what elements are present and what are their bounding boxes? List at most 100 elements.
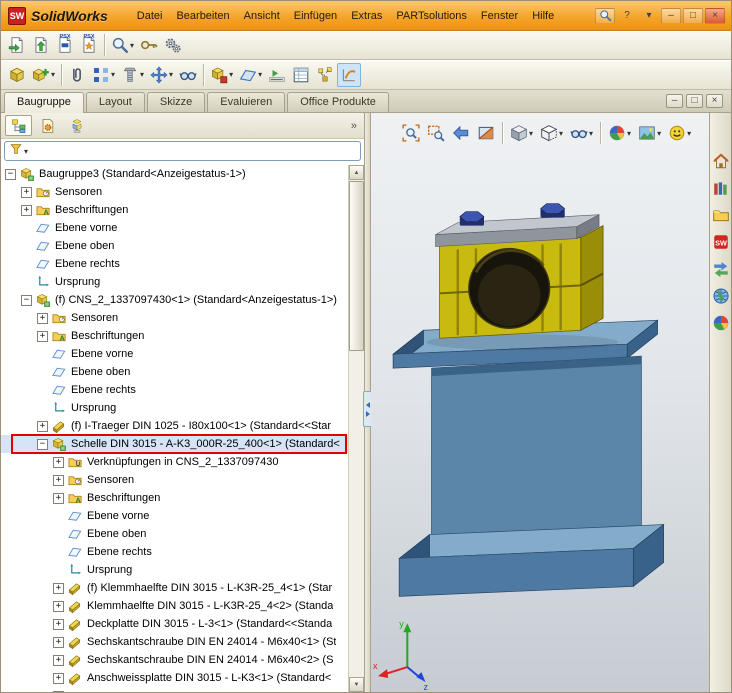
insert-components-button[interactable]: ▾: [29, 63, 58, 87]
hide-show-items-button[interactable]: ▾: [567, 121, 596, 145]
scroll-thumb[interactable]: [349, 181, 364, 351]
tree-item-ursprung[interactable]: Ursprung: [1, 273, 348, 291]
help-button[interactable]: ?: [617, 8, 637, 24]
minimize-button[interactable]: –: [661, 7, 681, 24]
tree-filter-input[interactable]: [28, 144, 356, 158]
scroll-down-button[interactable]: ▼: [349, 677, 364, 692]
tree-item-sechskantschraube-din-en-24014-m6x40-2-s[interactable]: + Sechskantschraube DIN EN 24014 - M6x40<…: [1, 651, 348, 669]
move-component-button[interactable]: ▾: [147, 63, 176, 87]
doc-restore-button[interactable]: □: [686, 94, 703, 108]
hide-show-items-dropdown-arrow[interactable]: ▾: [589, 129, 593, 138]
partsolutions-search-dropdown-arrow[interactable]: ▾: [130, 41, 134, 50]
menu-search-button[interactable]: [595, 7, 615, 24]
insert-components-dropdown-arrow[interactable]: ▾: [51, 70, 55, 79]
tree-item-ebene-oben[interactable]: Ebene oben: [1, 363, 348, 381]
expand-plus-box[interactable]: +: [53, 582, 64, 594]
expand-plus-box[interactable]: +: [21, 204, 32, 216]
menu-item-hilfe[interactable]: Hilfe: [525, 6, 561, 26]
expand-plus-box[interactable]: +: [37, 312, 48, 324]
tree-item-ebene-oben[interactable]: Ebene oben: [1, 237, 348, 255]
move-component-dropdown-arrow[interactable]: ▾: [169, 70, 173, 79]
view-settings-button[interactable]: ▾: [665, 121, 694, 145]
tab-baugruppe[interactable]: Baugruppe: [4, 92, 84, 113]
partsolutions-export-button[interactable]: [5, 33, 29, 57]
menu-item-extras[interactable]: Extras: [344, 6, 389, 26]
view-orientation-dropdown-arrow[interactable]: ▾: [529, 129, 533, 138]
edit-appearance-dropdown-arrow[interactable]: ▾: [627, 129, 631, 138]
solidworks-toolbox-button[interactable]: SW: [711, 232, 731, 252]
partsolutions-license-key-button[interactable]: [137, 33, 161, 57]
tree-item-ebene-vorne[interactable]: Ebene vorne: [1, 507, 348, 525]
reference-geometry-button[interactable]: ▾: [236, 63, 265, 87]
view-settings-dropdown-arrow[interactable]: ▾: [687, 129, 691, 138]
show-hidden-components-button[interactable]: [176, 63, 200, 87]
expand-minus-box[interactable]: −: [21, 294, 32, 306]
expand-plus-box[interactable]: +: [53, 654, 64, 666]
linear-component-pattern-dropdown-arrow[interactable]: ▾: [111, 70, 115, 79]
instant3d-button[interactable]: [337, 62, 362, 87]
expand-plus-box[interactable]: +: [53, 636, 64, 648]
tree-item-ebene-rechts[interactable]: Ebene rechts: [1, 255, 348, 273]
view-orientation-button[interactable]: ▾: [507, 121, 536, 145]
maximize-button[interactable]: □: [683, 7, 703, 24]
tree-item-deckplatte-din-3015-l-3-1-standard-standa[interactable]: + Deckplatte DIN 3015 - L-3<1> (Standard<…: [1, 615, 348, 633]
expand-plus-box[interactable]: +: [53, 618, 64, 630]
close-button[interactable]: ×: [705, 7, 725, 24]
linear-component-pattern-button[interactable]: ▾: [89, 63, 118, 87]
assembly-features-button[interactable]: ▾: [207, 63, 236, 87]
expand-plus-box[interactable]: +: [53, 672, 64, 684]
tree-item-f-klemmhaelfte-din-3015-l-k3r-25-4-1-star[interactable]: + (f) Klemmhaelfte DIN 3015 - L-K3R-25_4<…: [1, 579, 348, 597]
featuremanager-tab-button[interactable]: [5, 115, 32, 136]
apply-scene-button[interactable]: ▾: [635, 121, 664, 145]
display-style-button[interactable]: ▾: [537, 121, 566, 145]
tree-item-beschriftungen[interactable]: + A Beschriftungen: [1, 327, 348, 345]
tree-item-ursprung[interactable]: Ursprung: [1, 399, 348, 417]
tree-item-schelle-din-3015-a-k3-000r-25-400-1-standa[interactable]: − Schelle DIN 3015 - A-K3_000R-25_400<1> …: [1, 434, 348, 454]
display-style-dropdown-arrow[interactable]: ▾: [559, 129, 563, 138]
expand-plus-box[interactable]: +: [53, 456, 64, 468]
tree-item-ebene-rechts[interactable]: Ebene rechts: [1, 381, 348, 399]
new-motion-study-button[interactable]: [265, 63, 289, 87]
doc-minimize-button[interactable]: –: [666, 94, 683, 108]
expand-plus-box[interactable]: +: [53, 474, 64, 486]
tree-item-beschriftungen[interactable]: + A Beschriftungen: [1, 201, 348, 219]
tree-item-anschweissplatte-din-3015-l-k3-1-standard[interactable]: + Anschweissplatte DIN 3015 - L-K3<1> (St…: [1, 669, 348, 687]
solidworks-resources-button[interactable]: [711, 151, 731, 171]
tree-item-ebene-rechts[interactable]: Ebene rechts: [1, 543, 348, 561]
expand-plus-box[interactable]: +: [37, 330, 48, 342]
tree-item-klemmhaelfte-din-3015-l-k3r-25-4-2-standa[interactable]: + Klemmhaelfte DIN 3015 - L-K3R-25_4<2> (…: [1, 597, 348, 615]
partsolutions-portal-button[interactable]: [711, 259, 731, 279]
tree-item-f-cns-2-1337097430-1-standard-anzeigestatu[interactable]: − (f) CNS_2_1337097430<1> (Standard<Anzei…: [1, 291, 348, 309]
tree-item-ebene-vorne[interactable]: Ebene vorne: [1, 219, 348, 237]
assembly-features-dropdown-arrow[interactable]: ▾: [229, 70, 233, 79]
expand-minus-box[interactable]: −: [5, 168, 16, 180]
section-view-button[interactable]: [474, 121, 498, 145]
design-library-button[interactable]: [711, 178, 731, 198]
menu-item-ansicht[interactable]: Ansicht: [237, 6, 287, 26]
menu-item-datei[interactable]: Datei: [130, 6, 170, 26]
appearances-scenes-button[interactable]: [711, 313, 731, 333]
propertymanager-tab-button[interactable]: [34, 115, 61, 136]
tree-scrollbar[interactable]: ▲ ▼: [348, 165, 364, 692]
tree-item-verknüpfungen-in-cns-2-1337097430[interactable]: + Verknüpfungen in CNS_2_1337097430: [1, 453, 348, 471]
file-explorer-button[interactable]: [711, 205, 731, 225]
panel-overflow-chevron[interactable]: »: [351, 120, 360, 132]
bill-of-materials-button[interactable]: [289, 63, 313, 87]
tree-item[interactable]: +: [1, 687, 348, 692]
tab-office-produkte[interactable]: Office Produkte: [287, 92, 389, 112]
partsolutions-settings-button[interactable]: [161, 33, 185, 57]
smart-fasteners-button[interactable]: ▾: [118, 63, 147, 87]
doc-close-button[interactable]: ×: [706, 94, 723, 108]
tree-item-ursprung[interactable]: Ursprung: [1, 561, 348, 579]
apply-scene-dropdown-arrow[interactable]: ▾: [657, 129, 661, 138]
psx-document-button[interactable]: PSX: [53, 33, 77, 57]
expand-plus-box[interactable]: +: [53, 600, 64, 612]
reference-geometry-dropdown-arrow[interactable]: ▾: [258, 70, 262, 79]
graphics-area[interactable]: ▾ ▾ ▾ ▾ ▾ ▾ y x z: [371, 113, 709, 692]
tree-item-sechskantschraube-din-en-24014-m6x40-1-st[interactable]: + Sechskantschraube DIN EN 24014 - M6x40<…: [1, 633, 348, 651]
zoom-fit-button[interactable]: [399, 121, 423, 145]
tree-item-sensoren[interactable]: + Sensoren: [1, 471, 348, 489]
filter-funnel-icon[interactable]: [9, 142, 23, 161]
menu-item-einfügen[interactable]: Einfügen: [287, 6, 344, 26]
expand-plus-box[interactable]: +: [53, 492, 64, 504]
